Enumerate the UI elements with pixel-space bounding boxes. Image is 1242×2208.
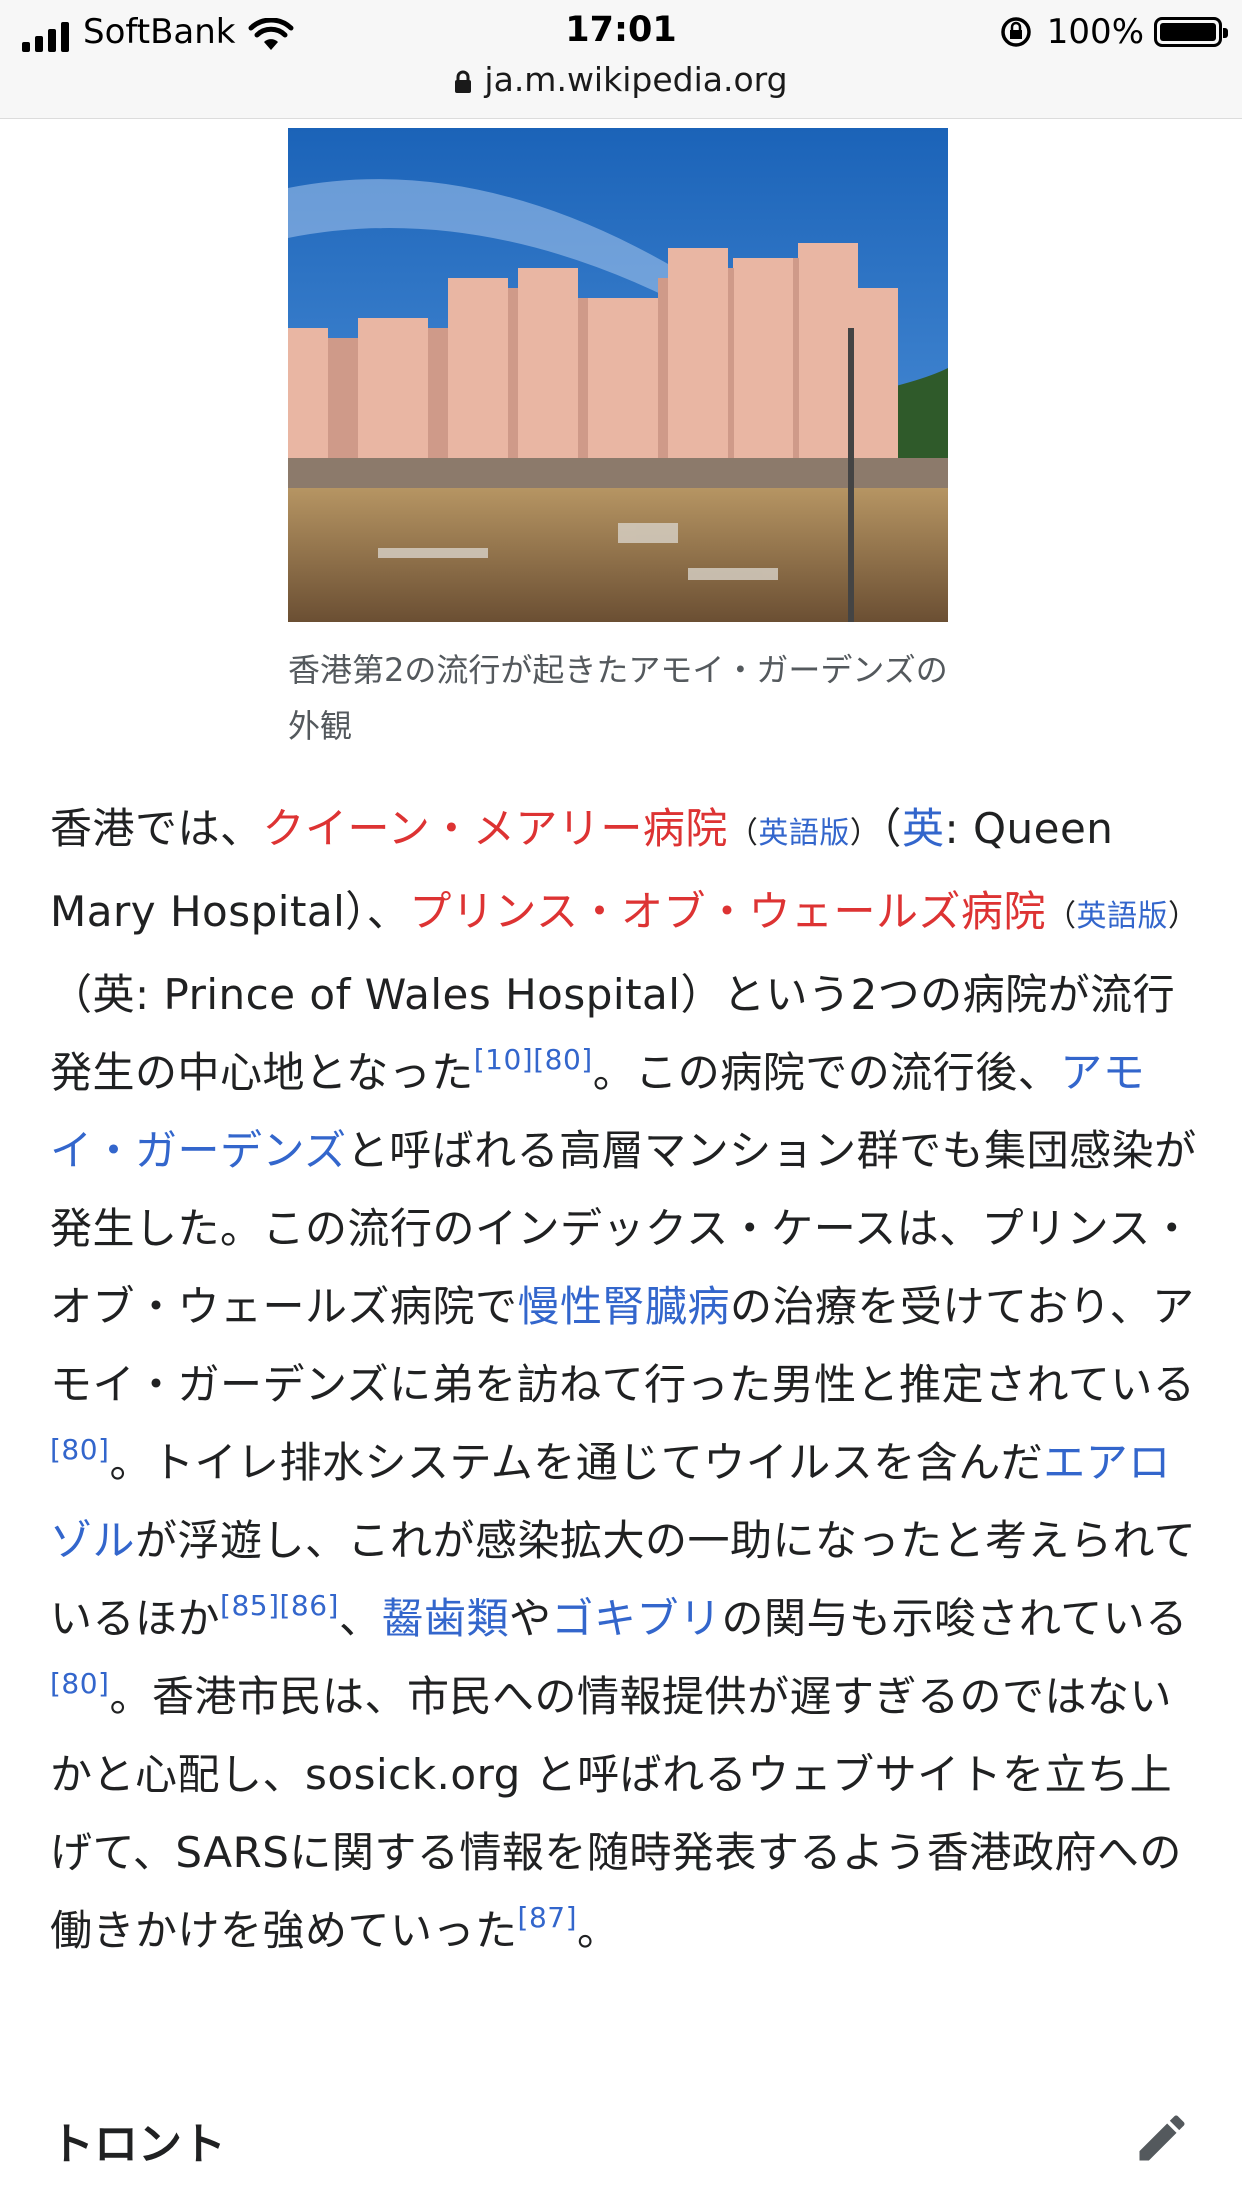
text-segment: の関与も示唆されている	[721, 1594, 1188, 1643]
text-segment: （	[880, 804, 902, 853]
paren-close: ）	[849, 816, 881, 851]
browser-status-bar: SoftBank 17:01 100% ja.m.wikipedia.org	[0, 0, 1242, 119]
link-english-version[interactable]: 英語版	[758, 816, 850, 851]
url-text: ja.m.wikipedia.org	[484, 60, 788, 99]
text-segment: 。	[577, 1906, 620, 1955]
link-english-version[interactable]: 英語版	[1076, 899, 1168, 934]
padlock-icon	[455, 70, 472, 93]
reference-link[interactable]: [80]	[50, 1433, 109, 1466]
reference-link[interactable]: [87]	[518, 1901, 577, 1934]
text-segment: 香港では、	[50, 804, 263, 853]
rotation-lock-icon	[1001, 17, 1031, 47]
text-segment: や	[509, 1594, 552, 1643]
text-segment: 。トイレ排水システムを通じてウイルスを含んだ	[109, 1438, 1044, 1487]
paren-close: ）	[1167, 899, 1199, 934]
address-bar[interactable]: ja.m.wikipedia.org	[0, 60, 1242, 99]
text-segment: 。この病院での流行後、	[592, 1048, 1061, 1097]
text-segment: 、	[338, 1594, 382, 1643]
edit-pencil-icon[interactable]	[1132, 2108, 1192, 2168]
paren-open: （	[727, 816, 759, 851]
battery-percent: 100%	[1046, 12, 1144, 52]
link-rodents[interactable]: 齧歯類	[381, 1594, 509, 1643]
link-cockroach[interactable]: ゴキブリ	[552, 1594, 722, 1643]
reference-link[interactable]: [80]	[50, 1667, 109, 1700]
link-chronic-kidney-disease[interactable]: 慢性腎臓病	[518, 1282, 731, 1331]
paren-open: （	[1045, 899, 1077, 934]
status-right: 100%	[999, 12, 1228, 52]
battery-icon	[1154, 17, 1228, 47]
article-paragraph: 香港では、クイーン・メアリー病院（英語版）（英: Queen Mary Hosp…	[50, 790, 1200, 1970]
reference-link[interactable]: [10][80]	[474, 1043, 593, 1076]
link-prince-of-wales-hospital[interactable]: プリンス・オブ・ウェールズ病院	[409, 887, 1046, 936]
reference-link[interactable]: [85][86]	[220, 1589, 339, 1622]
link-english[interactable]: 英	[902, 804, 945, 853]
section-heading[interactable]: トロント	[50, 2108, 226, 2172]
link-queen-mary-hospital[interactable]: クイーン・メアリー病院	[263, 804, 728, 853]
figure-caption: 香港第2の流行が起きたアモイ・ガーデンズの外観	[288, 651, 948, 745]
amoy-gardens-photo[interactable]	[288, 128, 948, 622]
